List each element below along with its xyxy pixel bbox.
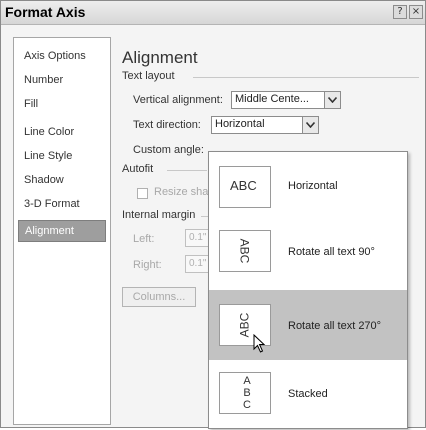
text-direction-label: Text direction: [133,119,201,131]
menu-item-label: Rotate all text 90° [288,246,375,258]
internal-margin-group-label: Internal margin [122,209,196,221]
close-button[interactable]: × [409,5,423,19]
mouse-pointer-icon [253,334,266,353]
nav-item-3d-format[interactable]: 3-D Format [18,194,106,216]
vertical-alignment-label: Vertical alignment: [133,94,223,106]
icon-text: ABC [230,178,257,193]
chevron-down-icon[interactable] [324,92,340,108]
nav-item-fill[interactable]: Fill [18,94,106,116]
nav-item-number[interactable]: Number [18,70,106,92]
text-direction-select[interactable]: Horizontal [211,116,319,134]
text-layout-group-label: Text layout [122,70,175,82]
menu-item-label: Horizontal [288,180,338,192]
nav-item-shadow[interactable]: Shadow [18,170,106,192]
format-axis-dialog: Format Axis ? × Axis Options Number Fill… [0,0,426,429]
vertical-alignment-select[interactable]: Middle Cente... [231,91,341,109]
icon-letter: C [243,399,251,411]
nav-item-line-color[interactable]: Line Color [18,122,106,144]
menu-item-label: Rotate all text 270° [288,320,382,332]
nav-item-line-style[interactable]: Line Style [18,146,106,168]
menu-item-rotate-270[interactable]: ABC Rotate all text 270° [209,290,407,360]
columns-button[interactable]: Columns... [122,287,196,307]
autofit-group-label: Autofit [122,163,154,175]
title-bar[interactable]: Format Axis ? × [1,1,425,25]
help-button[interactable]: ? [393,5,407,19]
menu-item-horizontal[interactable]: ABC Horizontal [209,152,407,222]
left-margin-label: Left: [133,233,155,245]
text-direction-value: Horizontal [215,118,265,130]
rotate-90-text-icon: ABC [219,230,271,272]
custom-angle-label: Custom angle: [133,144,204,156]
nav-item-axis-options[interactable]: Axis Options [18,46,106,68]
divider [167,170,207,171]
menu-item-stacked[interactable]: A B C Stacked [209,360,407,430]
menu-item-label: Stacked [288,388,328,400]
menu-item-rotate-90[interactable]: ABC Rotate all text 90° [209,220,407,290]
right-margin-label: Right: [133,259,162,271]
right-margin-input[interactable]: 0.1" [185,255,209,273]
page-title: Alignment [122,48,198,67]
stacked-text-icon: A B C [219,372,271,414]
resize-shape-label: Resize sha [154,186,209,198]
icon-text: ABC [237,312,252,338]
category-list: Axis Options Number Fill Line Color Line… [13,37,111,425]
horizontal-text-icon: ABC [219,166,271,208]
dialog-title: Format Axis [5,4,86,20]
left-margin-input[interactable]: 0.1" [185,229,209,247]
icon-text: ABC [237,238,252,264]
nav-item-alignment[interactable]: Alignment [18,220,106,242]
divider [193,77,419,78]
icon-letter: A [243,375,251,387]
icon-letter: B [243,387,251,399]
vertical-alignment-value: Middle Cente... [235,93,309,105]
chevron-down-icon[interactable] [302,117,318,133]
text-direction-menu: ABC Horizontal ABC Rotate all text 90° A… [208,151,408,429]
resize-shape-checkbox[interactable] [137,188,148,199]
